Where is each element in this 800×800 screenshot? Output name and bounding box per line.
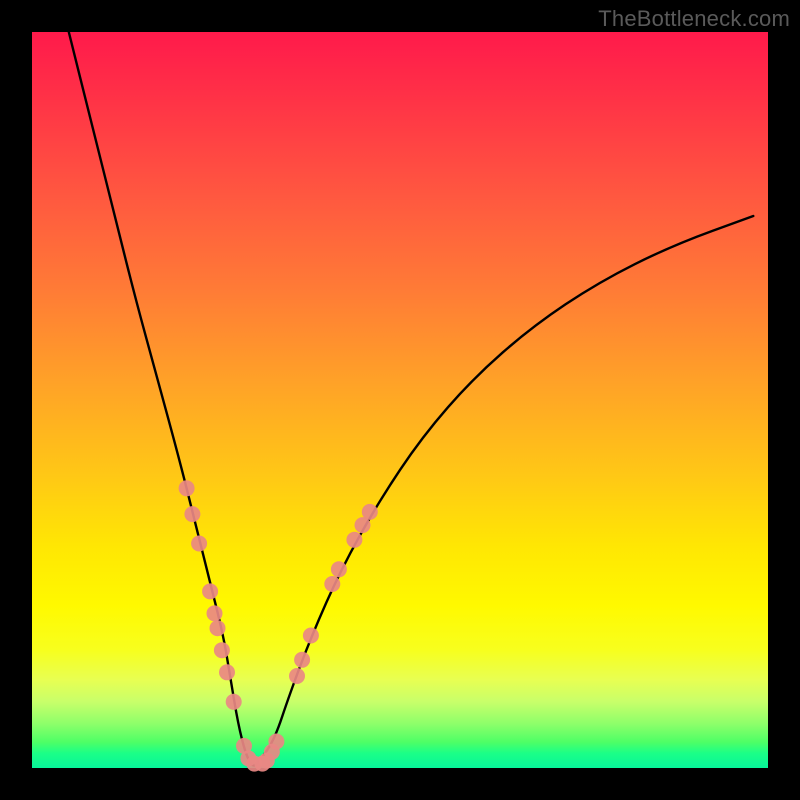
marker-dot [226,694,242,710]
marker-dot [214,642,230,658]
marker-dot [294,652,310,668]
watermark-text: TheBottleneck.com [598,6,790,32]
marker-dot [324,576,340,592]
marker-dot [210,620,226,636]
marker-dot [179,480,195,496]
plot-area [32,32,768,768]
chart-frame: TheBottleneck.com [0,0,800,800]
marker-dot [202,583,218,599]
marker-dot [331,561,347,577]
marker-dot [207,605,223,621]
marker-dot [289,668,305,684]
bottleneck-curve [69,32,754,766]
marker-dot [362,504,378,520]
marker-dot [191,536,207,552]
marker-dot [268,734,284,750]
chart-svg [32,32,768,768]
marker-dot [184,506,200,522]
marker-dot [346,532,362,548]
marker-dot [219,664,235,680]
marker-dot [303,628,319,644]
